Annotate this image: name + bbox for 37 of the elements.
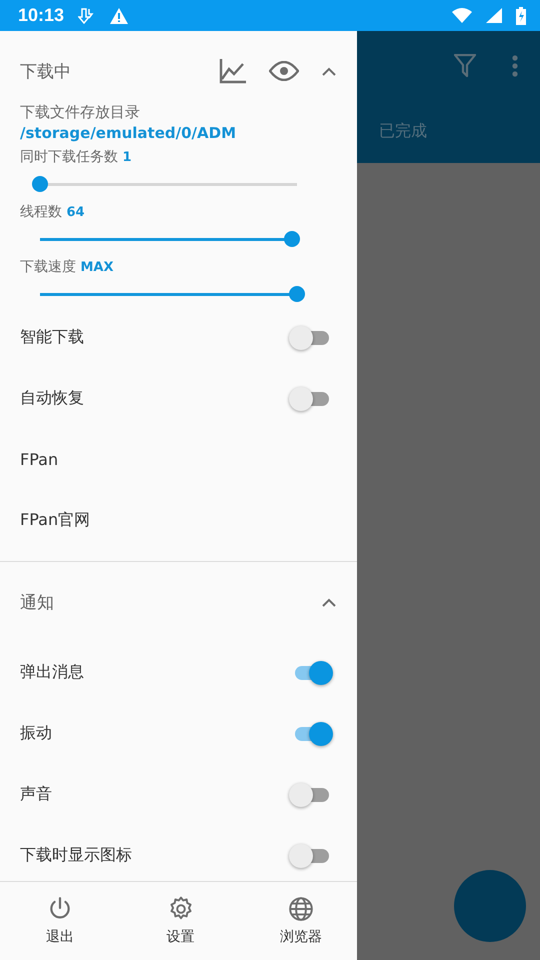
settings-icon	[168, 896, 194, 922]
collapse-button[interactable]	[321, 66, 337, 76]
nav-button[interactable]: 浏览器	[261, 882, 341, 960]
slider-thumb[interactable]	[289, 286, 305, 302]
slider-label: 线程数 64	[20, 203, 86, 221]
chevron-up-icon	[321, 597, 337, 607]
section-title: 下载中	[20, 60, 72, 82]
wifi-icon	[452, 8, 472, 23]
nav-button[interactable]: 退出	[20, 882, 100, 960]
setting-label: 下载文件存放目录	[20, 103, 141, 122]
slider-thumb[interactable]	[32, 176, 48, 192]
warning-icon	[110, 8, 128, 24]
slider-label: 同时下载任务数 1	[20, 148, 132, 166]
setting-label: 自动恢复	[20, 388, 85, 409]
menu-item[interactable]: FPan	[20, 450, 333, 469]
signal-icon	[486, 8, 502, 23]
status-time: 10:13	[18, 5, 64, 26]
visibility-button[interactable]	[269, 61, 299, 81]
slider-thumb[interactable]	[284, 231, 300, 247]
battery-icon	[516, 6, 526, 24]
line-chart-icon	[219, 58, 247, 84]
setting-label: 下载时显示图标	[20, 845, 133, 866]
slider-label: 下载速度 MAX	[20, 258, 114, 276]
chevron-up-icon	[321, 66, 337, 76]
filter-icon[interactable]	[454, 54, 476, 78]
setting-label: 智能下载	[20, 327, 85, 348]
setting-label: 振动	[20, 723, 53, 744]
chart-button[interactable]	[219, 58, 247, 84]
setting-label: 弹出消息	[20, 662, 85, 683]
globe-icon	[288, 896, 314, 922]
eye-icon	[269, 61, 299, 81]
setting-label: 声音	[20, 784, 53, 805]
more-icon[interactable]	[512, 55, 518, 77]
collapse-button[interactable]	[321, 597, 337, 607]
section-title: 通知	[20, 592, 55, 614]
menu-item[interactable]: FPan官网	[20, 510, 333, 531]
nav-button[interactable]: 设置	[140, 882, 220, 960]
